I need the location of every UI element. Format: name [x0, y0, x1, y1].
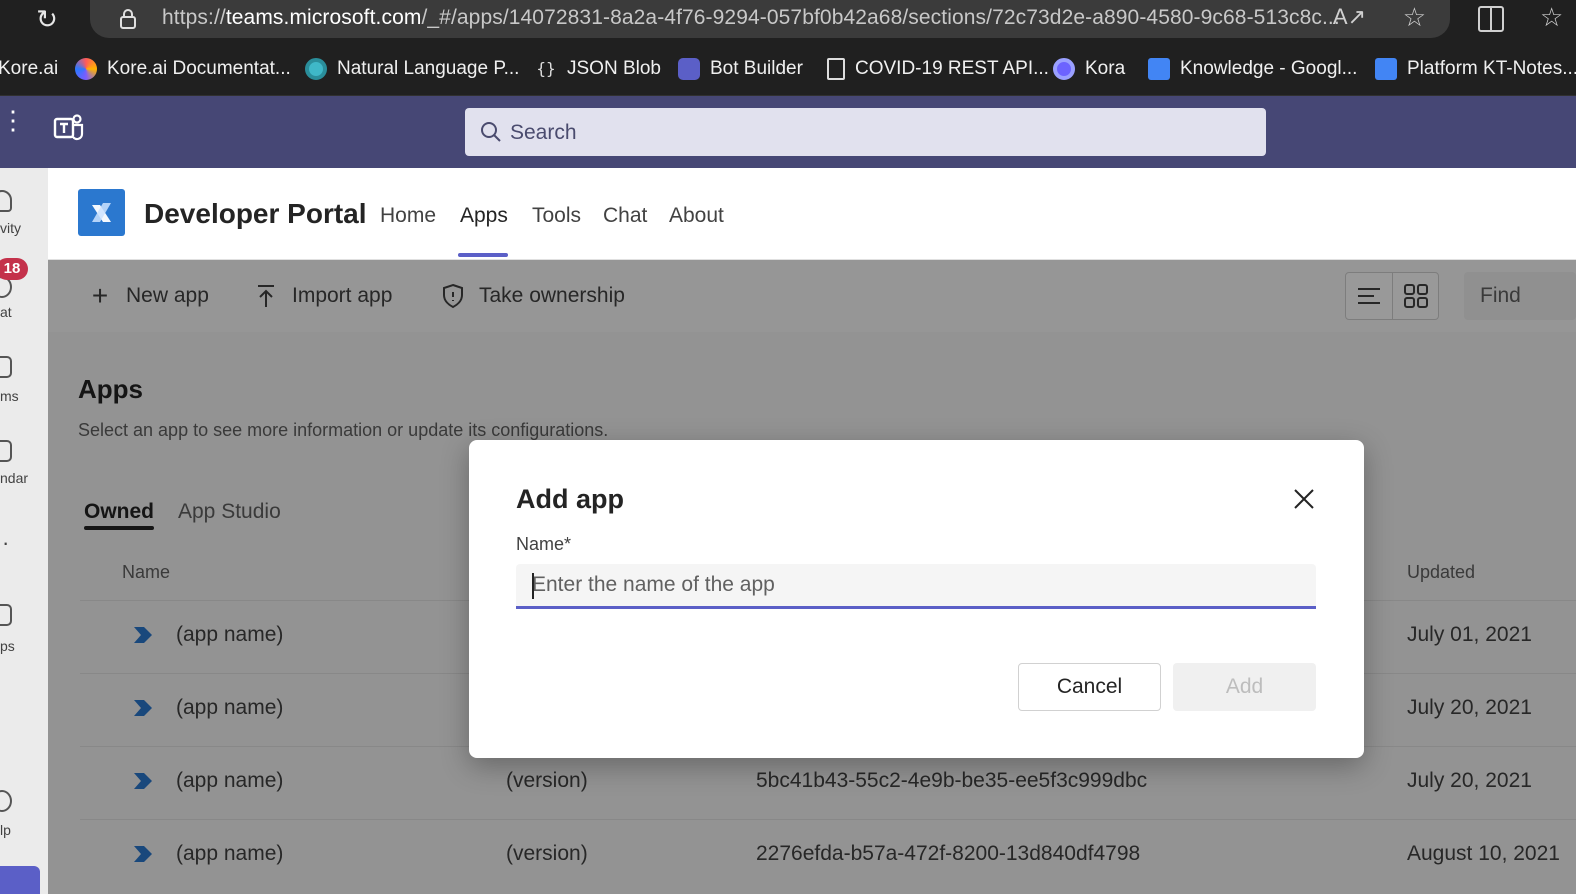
rail-label-help[interactable]: lp	[0, 822, 11, 838]
bookmark-label: Platform KT-Notes...	[1407, 58, 1576, 79]
app-header: Developer Portal Home Apps Tools Chat Ab…	[48, 168, 1576, 260]
split-screen-icon[interactable]	[1478, 6, 1504, 32]
bookmark-label: COVID-19 REST API...	[855, 58, 1049, 79]
lock-icon	[120, 9, 136, 29]
reload-icon[interactable]: ↻	[32, 4, 62, 34]
url-host: teams.microsoft.com	[225, 6, 422, 29]
rail-label-activity[interactable]: vity	[0, 220, 21, 236]
bookmark-label: JSON Blob	[567, 58, 661, 79]
bookmark-item[interactable]: Kore.ai	[0, 56, 58, 82]
name-field-label: Name*	[516, 534, 572, 554]
bookmark-label: Bot Builder	[710, 58, 803, 79]
more-apps-dots-icon[interactable]: ·	[2, 530, 9, 556]
bookmark-item[interactable]: COVID-19 REST API...	[827, 56, 1049, 82]
nlp-icon	[305, 58, 327, 80]
rail-label-chat[interactable]: at	[0, 304, 12, 320]
url-text[interactable]: https://teams.microsoft.com/_#/apps/1407…	[162, 6, 1340, 30]
bookmark-label: Knowledge - Googl...	[1180, 58, 1358, 79]
calendar-icon	[0, 440, 12, 462]
bookmark-item[interactable]: Platform KT-Notes...	[1375, 56, 1576, 82]
close-icon[interactable]	[1293, 488, 1315, 510]
dialog-title: Add app	[516, 484, 624, 514]
kora-icon	[1053, 58, 1075, 80]
text-cursor	[532, 573, 534, 599]
active-tab-indicator	[458, 253, 508, 257]
more-dots-icon[interactable]: ⋮	[0, 107, 26, 150]
bell-icon	[0, 190, 12, 212]
bookmark-label: Kora	[1085, 58, 1126, 79]
bookmark-item[interactable]: Kora	[1053, 56, 1125, 82]
app-name-input[interactable]	[516, 564, 1316, 609]
bookmark-label: Kore.ai	[0, 58, 59, 79]
address-bar[interactable]: https://teams.microsoft.com/_#/apps/1407…	[90, 0, 1450, 38]
rail-label-apps[interactable]: ps	[0, 638, 15, 654]
rail-label-calendar[interactable]: ndar	[0, 470, 28, 486]
teams-search-box[interactable]: Search	[465, 108, 1266, 156]
teams-icon	[0, 356, 12, 378]
tab-tools[interactable]: Tools	[532, 204, 581, 228]
tab-chat[interactable]: Chat	[603, 204, 647, 228]
bookmarks-bar: Kore.ai Kore.ai Documentat... Natural La…	[0, 40, 1576, 96]
google-docs-icon	[1148, 58, 1170, 80]
teams-top-bar: ⋮ Search	[0, 96, 1576, 168]
document-icon	[827, 58, 845, 80]
bookmark-item[interactable]: Natural Language P...	[305, 56, 519, 82]
json-icon: {}	[536, 59, 556, 78]
search-placeholder: Search	[510, 121, 577, 144]
browser-top-bar: ↻ https://teams.microsoft.com/_#/apps/14…	[0, 0, 1576, 40]
apps-icon	[0, 604, 12, 626]
tab-home[interactable]: Home	[380, 204, 436, 228]
add-app-dialog: Add app Name* Cancel Add	[469, 440, 1364, 758]
favorite-star-icon[interactable]: ☆	[1403, 2, 1426, 33]
add-button[interactable]: Add	[1173, 663, 1316, 711]
favorites-icon[interactable]: ☆	[1540, 2, 1563, 33]
help-icon	[0, 790, 12, 812]
bookmark-item[interactable]: Bot Builder	[678, 56, 803, 82]
page-title: Developer Portal	[144, 198, 367, 229]
bookmark-item[interactable]: Kore.ai Documentat...	[75, 56, 291, 82]
rail-label-teams[interactable]: ms	[0, 388, 19, 404]
google-docs-icon	[1375, 58, 1397, 80]
rail-bottom-button[interactable]	[0, 866, 40, 894]
bookmark-label: Natural Language P...	[337, 58, 520, 79]
cancel-button[interactable]: Cancel	[1018, 663, 1161, 711]
chat-unread-badge: 18	[0, 258, 28, 280]
teams-logo-icon	[53, 114, 84, 141]
bookmark-item[interactable]: {} JSON Blob	[535, 56, 661, 82]
read-aloud-icon[interactable]: A↗	[1333, 4, 1366, 30]
bookmark-item[interactable]: Knowledge - Googl...	[1148, 56, 1357, 82]
tab-about[interactable]: About	[669, 204, 724, 228]
search-icon	[481, 122, 501, 142]
url-prefix: https://	[162, 6, 226, 29]
url-path: /_#/apps/14072831-8a2a-4f76-9294-057bf0b…	[421, 6, 1340, 29]
kore-doc-icon	[75, 58, 97, 80]
bookmark-label: Kore.ai Documentat...	[107, 58, 291, 79]
bot-builder-icon	[678, 58, 700, 80]
tab-apps[interactable]: Apps	[460, 204, 508, 228]
developer-portal-logo-icon	[78, 189, 125, 236]
